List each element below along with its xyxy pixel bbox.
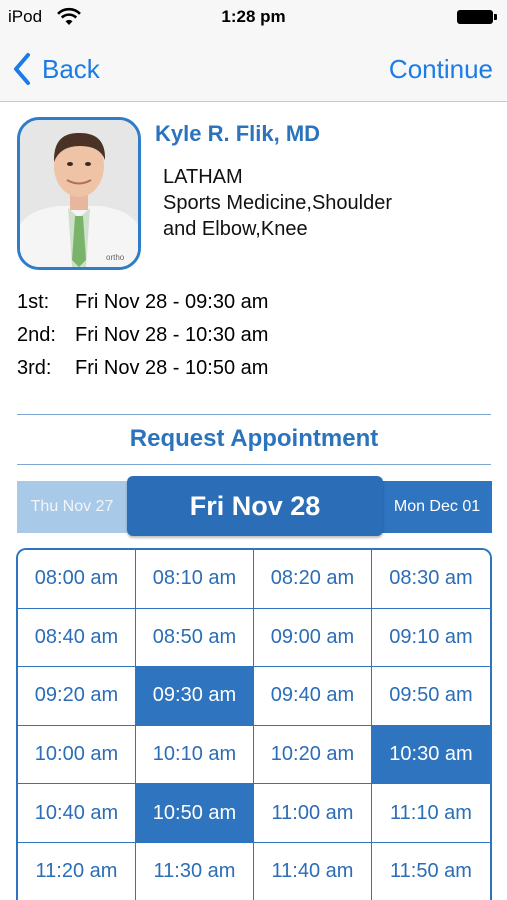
choice-value: Fri Nov 28 - 10:30 am bbox=[75, 324, 269, 346]
doctor-name: Kyle R. Flik, MD bbox=[155, 121, 321, 146]
time-slot[interactable]: 09:30 am bbox=[136, 667, 254, 726]
clock: 1:28 pm bbox=[221, 7, 286, 26]
choice-rank: 3rd: bbox=[17, 357, 52, 379]
choice-row: 2nd: Fri Nov 28 - 10:30 am bbox=[17, 321, 487, 354]
doctor-specialty-line2: and Elbow,Knee bbox=[163, 218, 308, 240]
choice-row: 3rd: Fri Nov 28 - 10:50 am bbox=[17, 354, 487, 387]
continue-button[interactable]: Continue bbox=[389, 50, 493, 88]
time-slot[interactable]: 10:40 am bbox=[18, 784, 136, 843]
time-slot[interactable]: 09:40 am bbox=[254, 667, 372, 726]
time-slot[interactable]: 09:20 am bbox=[18, 667, 136, 726]
time-slot[interactable]: 10:00 am bbox=[18, 725, 136, 785]
chevron-left-icon bbox=[14, 53, 30, 85]
choice-rank: 2nd: bbox=[17, 324, 56, 346]
battery-icon bbox=[457, 10, 497, 24]
request-appointment-title: Request Appointment bbox=[129, 425, 379, 452]
choice-rank: 1st: bbox=[17, 291, 50, 313]
back-label: Back bbox=[42, 53, 100, 84]
time-slot[interactable]: 08:10 am bbox=[136, 550, 254, 609]
doctor-specialty-line1: Sports Medicine,Shoulder bbox=[163, 192, 393, 214]
back-button[interactable]: Back bbox=[12, 50, 100, 88]
time-slot[interactable]: 08:20 am bbox=[254, 550, 372, 609]
time-slot[interactable]: 10:50 am bbox=[136, 784, 254, 843]
time-slot-grid: 08:00 am 08:10 am 08:20 am 08:30 am 08:40 am… bbox=[16, 548, 492, 900]
time-slot[interactable]: 08:30 am bbox=[372, 550, 490, 609]
time-slot[interactable]: 08:50 am bbox=[136, 608, 254, 668]
time-slot[interactable]: 11:30 am bbox=[136, 842, 254, 900]
next-day-button[interactable]: Mon Dec 01 bbox=[382, 481, 492, 533]
doctor-location: LATHAM bbox=[163, 166, 243, 188]
doctor-details: LATHAM Sports Medicine,Shoulder and Elbo… bbox=[163, 164, 493, 242]
divider bbox=[17, 464, 491, 465]
time-slot[interactable]: 08:00 am bbox=[18, 550, 136, 609]
choice-value: Fri Nov 28 - 09:30 am bbox=[75, 291, 269, 313]
doctor-photo: ortho bbox=[17, 117, 141, 270]
navigation-bar: Back Continue bbox=[0, 36, 507, 102]
time-slot[interactable]: 11:00 am bbox=[254, 784, 372, 843]
time-slot[interactable]: 11:50 am bbox=[372, 842, 490, 900]
choice-value: Fri Nov 28 - 10:50 am bbox=[75, 357, 269, 379]
photo-badge-text: ortho bbox=[106, 253, 125, 262]
time-slot[interactable]: 09:00 am bbox=[254, 608, 372, 668]
time-slot[interactable]: 10:10 am bbox=[136, 725, 254, 785]
time-slot[interactable]: 08:40 am bbox=[18, 608, 136, 668]
time-slot[interactable]: 10:20 am bbox=[254, 725, 372, 785]
time-slot[interactable]: 11:40 am bbox=[254, 842, 372, 900]
status-bar: iPod 1:28 pm bbox=[0, 0, 507, 36]
choice-row: 1st: Fri Nov 28 - 09:30 am bbox=[17, 288, 487, 321]
time-slot[interactable]: 11:10 am bbox=[372, 784, 490, 843]
previous-day-button[interactable]: Thu Nov 27 bbox=[17, 481, 127, 533]
current-day-label[interactable]: Fri Nov 28 bbox=[127, 476, 383, 536]
divider bbox=[17, 414, 491, 415]
time-slot[interactable]: 09:10 am bbox=[372, 608, 490, 668]
time-slot[interactable]: 11:20 am bbox=[18, 842, 136, 900]
time-slot[interactable]: 10:30 am bbox=[372, 725, 490, 785]
time-slot[interactable]: 09:50 am bbox=[372, 667, 490, 726]
selected-choices: 1st: Fri Nov 28 - 09:30 am 2nd: Fri Nov … bbox=[17, 288, 487, 387]
